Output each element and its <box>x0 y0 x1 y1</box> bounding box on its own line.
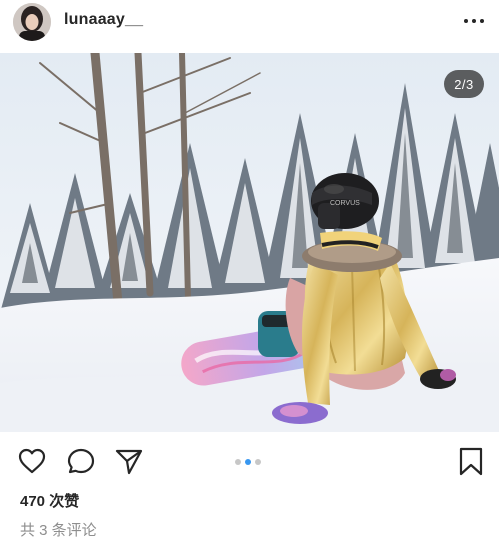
username[interactable]: lunaaay__ <box>64 11 143 29</box>
carousel-dot-active <box>245 459 251 465</box>
avatar[interactable] <box>13 3 51 41</box>
comment-button[interactable] <box>66 446 96 476</box>
view-comments-link[interactable]: 共 3 条评论 <box>20 519 97 540</box>
carousel-counter: 2/3 <box>444 70 484 98</box>
share-button[interactable] <box>114 446 144 476</box>
carousel-dot <box>255 459 261 465</box>
post-actions <box>0 432 499 488</box>
more-options-icon[interactable] <box>462 11 486 31</box>
post-photo[interactable]: CORVUS <box>0 53 499 432</box>
paper-plane-icon <box>115 449 143 475</box>
likes-count[interactable]: 470 次赞 <box>20 490 79 511</box>
comment-bubble-icon <box>67 448 95 474</box>
carousel-indicator <box>235 459 261 465</box>
like-button[interactable] <box>17 446 47 476</box>
carousel-dot <box>235 459 241 465</box>
heart-outline-icon <box>18 448 46 474</box>
save-button[interactable] <box>456 446 486 476</box>
bookmark-outline-icon <box>459 447 483 476</box>
helmet-brand-text: CORVUS <box>330 200 360 207</box>
post-header: lunaaay__ <box>0 0 499 53</box>
